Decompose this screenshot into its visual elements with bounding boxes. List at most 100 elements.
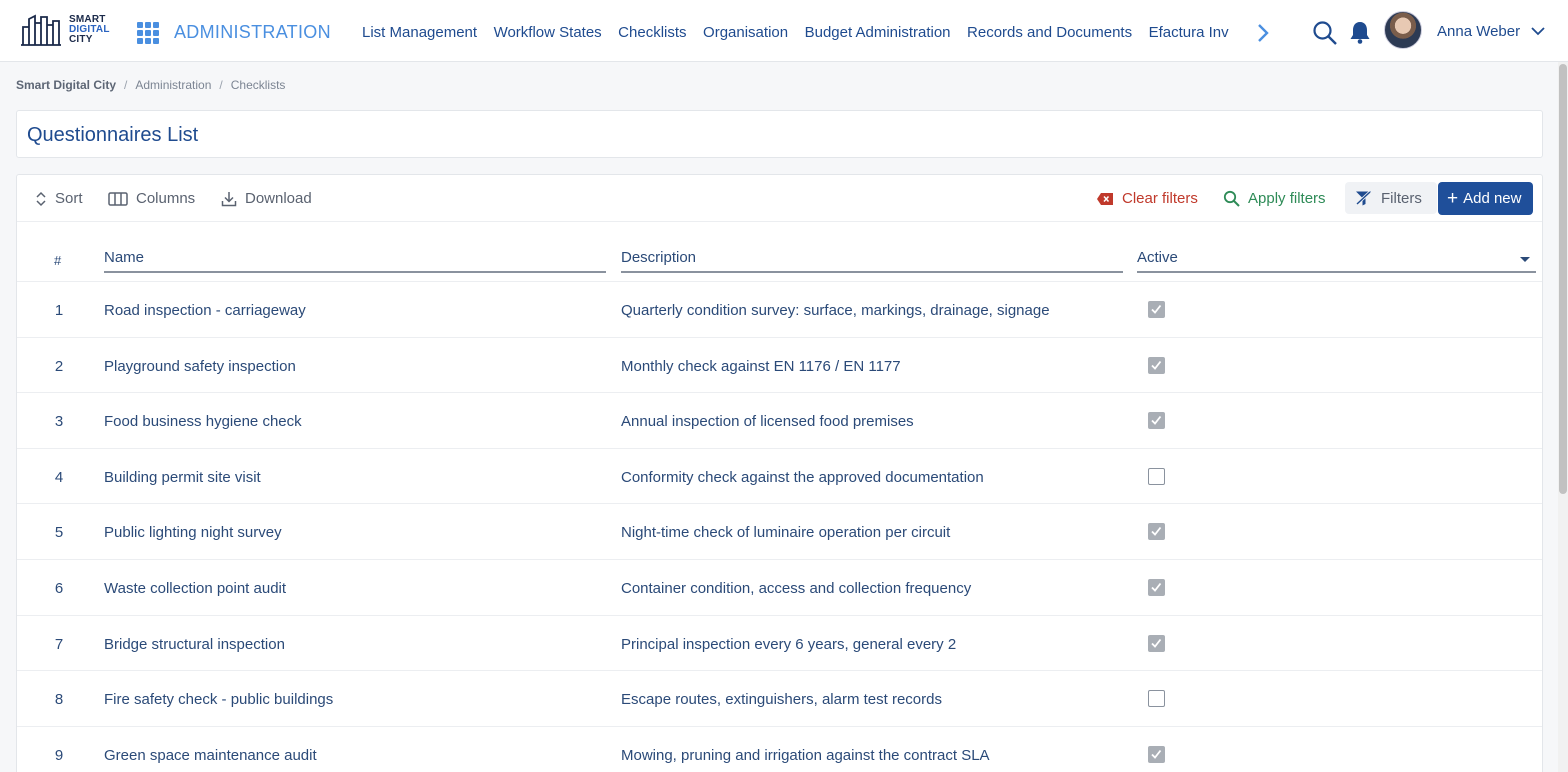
columns-button[interactable]: Columns [108, 190, 195, 207]
nav-workflow-states[interactable]: Workflow States [494, 24, 602, 41]
row-description: Container condition, access and collecti… [621, 580, 972, 597]
row-name[interactable]: Building permit site visit [104, 469, 261, 486]
row-number: 8 [54, 691, 64, 709]
row-description: Escape routes, extinguishers, alarm test… [621, 691, 942, 709]
title-card: Questionnaires List [16, 110, 1543, 158]
table-header: # Name Description Active [17, 222, 1542, 280]
breadcrumb-separator: / [124, 78, 128, 92]
row-name[interactable]: Public lighting night survey [104, 524, 282, 541]
nav-organisation[interactable]: Organisation [703, 24, 788, 41]
column-filter-description[interactable]: Description [621, 249, 1123, 273]
row-number: 4 [54, 468, 64, 486]
plus-icon: + [1447, 188, 1459, 209]
row-name[interactable]: Waste collection point audit [104, 580, 286, 597]
column-header-description: Description [621, 249, 697, 266]
city-logo-icon [21, 14, 61, 46]
row-name[interactable]: Green space maintenance audit [104, 747, 317, 764]
table-row[interactable]: 5 Public lighting night survey Night-time … [17, 503, 1542, 559]
clear-filters-button[interactable]: Clear filters [1096, 190, 1198, 207]
row-name[interactable]: Road inspection - carriageway [104, 302, 306, 319]
top-bar: SMART DIGITAL CITY ADMINISTRATION List M… [0, 0, 1568, 62]
row-name[interactable]: Fire safety check - public buildings [104, 691, 333, 708]
table-row[interactable]: 3 Food business hygiene check Annual inspe… [17, 392, 1542, 448]
sort-button[interactable]: Sort [35, 190, 83, 207]
row-number: 3 [54, 413, 64, 431]
table-row[interactable]: 2 Playground safety inspection Monthly che… [17, 336, 1542, 393]
filter-icon [1355, 190, 1372, 205]
active-checkbox[interactable] [1148, 745, 1165, 763]
row-name[interactable]: Food business hygiene check [104, 413, 302, 430]
apply-filters-label: Apply filters [1248, 190, 1326, 207]
active-checkbox[interactable] [1148, 356, 1165, 374]
row-description: Annual inspection of licensed food premi… [621, 413, 914, 431]
columns-icon [108, 191, 128, 206]
table-row[interactable]: 6 Waste collection point audit Container c… [17, 559, 1542, 615]
row-description: Conformity check against the approved do… [621, 468, 984, 486]
check-icon [1151, 638, 1162, 648]
apply-filters-button[interactable]: Apply filters [1223, 190, 1326, 207]
dropdown-caret-icon[interactable] [1520, 257, 1530, 262]
scrollbar-thumb[interactable] [1559, 64, 1567, 494]
bell-icon[interactable] [1349, 20, 1371, 44]
table-row[interactable]: 7 Bridge structural inspection Principal i… [17, 614, 1542, 671]
active-checkbox[interactable] [1148, 634, 1165, 652]
module-title[interactable]: ADMINISTRATION [174, 22, 331, 43]
table-card: Sort Columns Download Clear filters Appl… [16, 174, 1543, 772]
check-icon [1151, 582, 1162, 592]
apps-grid-icon[interactable] [137, 22, 159, 44]
add-new-button[interactable]: + Add new [1438, 182, 1533, 215]
page-title: Questionnaires List [27, 124, 199, 146]
check-icon [1151, 416, 1162, 426]
row-number: 9 [54, 746, 64, 764]
active-checkbox[interactable] [1148, 412, 1165, 430]
user-name[interactable]: Anna Weber [1437, 23, 1520, 40]
check-icon [1151, 749, 1162, 759]
row-name[interactable]: Playground safety inspection [104, 358, 296, 375]
breadcrumb-item-checklists: Checklists [230, 78, 286, 92]
magnifier-icon [1223, 190, 1240, 207]
breadcrumb-item-home[interactable]: Smart Digital City [16, 78, 116, 92]
row-number: 6 [54, 580, 64, 597]
row-number: 5 [54, 524, 64, 542]
breadcrumb-separator: / [219, 78, 223, 92]
filters-button[interactable]: Filters [1345, 182, 1437, 214]
active-checkbox[interactable] [1148, 467, 1165, 485]
row-description: Quarterly condition survey: surface, mar… [621, 302, 1050, 319]
chevron-down-icon[interactable] [1530, 23, 1546, 39]
row-number: 1 [54, 302, 64, 319]
nav-efactura[interactable]: Efactura Inv [1149, 24, 1229, 41]
nav-budget-administration[interactable]: Budget Administration [805, 24, 951, 41]
avatar[interactable] [1384, 11, 1422, 49]
filters-label: Filters [1381, 189, 1422, 207]
table-row[interactable]: 4 Building permit site visit Conformity ch… [17, 447, 1542, 504]
clear-filter-icon [1097, 192, 1113, 205]
active-checkbox[interactable] [1148, 523, 1165, 541]
download-label: Download [245, 190, 312, 207]
nav-checklists[interactable]: Checklists [618, 24, 686, 41]
row-description: Monthly check against EN 1176 / EN 1177 [621, 357, 901, 375]
column-filter-name[interactable]: Name [104, 249, 606, 273]
active-checkbox[interactable] [1148, 579, 1165, 596]
table-row[interactable]: 9 Green space maintenance audit Mowing, pr… [17, 725, 1542, 772]
nav-list-management[interactable]: List Management [362, 24, 477, 41]
sort-label: Sort [55, 190, 83, 207]
main-nav: List Management Workflow States Checklis… [362, 24, 1250, 46]
add-new-label: Add new [1463, 190, 1522, 207]
page-scrollbar[interactable] [1558, 62, 1568, 772]
clear-filters-label: Clear filters [1122, 190, 1198, 207]
active-checkbox[interactable] [1148, 301, 1165, 318]
chevron-right-icon[interactable] [1254, 21, 1272, 45]
table-toolbar: Sort Columns Download Clear filters Appl… [17, 175, 1542, 222]
column-header-number: # [54, 253, 62, 268]
search-icon[interactable] [1312, 20, 1338, 46]
row-name[interactable]: Bridge structural inspection [104, 636, 285, 653]
nav-records-and-documents[interactable]: Records and Documents [967, 24, 1132, 41]
download-button[interactable]: Download [221, 190, 312, 207]
column-filter-active[interactable]: Active [1137, 249, 1536, 273]
check-icon [1151, 304, 1162, 314]
breadcrumb-item-administration[interactable]: Administration [135, 78, 211, 92]
logo[interactable]: SMART DIGITAL CITY [20, 13, 114, 49]
active-checkbox[interactable] [1148, 690, 1165, 708]
table-row[interactable]: 1 Road inspection - carriageway Quarterly … [17, 281, 1542, 337]
table-row[interactable]: 8 Fire safety check - public buildings Esc… [17, 670, 1542, 726]
